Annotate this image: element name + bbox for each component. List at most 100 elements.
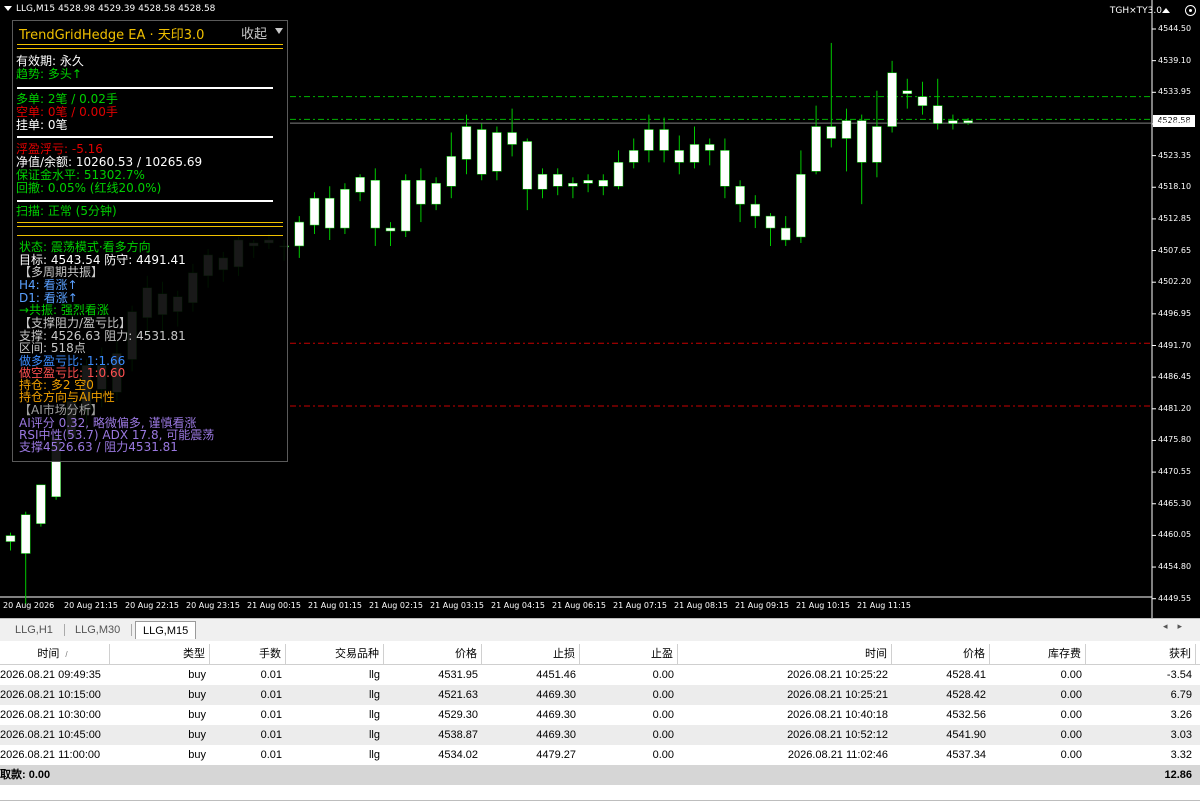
candle-body [644,129,654,151]
bottom-border [0,800,1200,806]
ea-name-label: TGH×TY3.0 [1109,6,1162,16]
table-header-row[interactable]: 时间 / 类型 手数 交易品种 价格 止损 止盈 时间 价格 库存费 获利 [0,644,1200,665]
divider [17,222,283,223]
table-cell: llg [368,709,380,721]
column-header[interactable]: 止损 [482,644,580,664]
column-header[interactable]: 类型 [110,644,210,664]
table-cell: 4531.95 [438,669,478,681]
column-header[interactable]: 价格 [892,644,990,664]
table-cell: llg [368,749,380,761]
table-cell: -3.54 [1166,669,1192,681]
table-cell: 3.32 [1170,749,1192,761]
price-tick-label: 4491.70 [1158,340,1192,350]
table-cell: 2026.08.21 11:02:46 [787,749,888,761]
column-header[interactable]: 库存费 [990,644,1086,664]
candle-body [476,129,487,175]
time-tick-label: 21 Aug 06:15 [552,601,606,610]
tab-separator [131,624,132,636]
candle-body [5,535,16,542]
time-tick-label: 21 Aug 09:15 [735,601,789,610]
table-cell: 4469.30 [536,709,576,721]
column-header[interactable]: 获利 [1086,644,1196,664]
candle-body [431,183,441,205]
candle-body [841,120,852,139]
price-tick-label: 4486.45 [1158,372,1192,382]
time-tick-label: 21 Aug 11:15 [857,601,911,610]
price-tick-label: 4454.80 [1158,562,1192,572]
candle-body [568,183,578,187]
candle-body [902,90,913,94]
scan-status-text: 扫描: 正常 (5分钟) [16,204,117,218]
table-cell: 6.79 [1170,689,1192,701]
ea-smiley-icon[interactable] [1185,5,1196,16]
candle-body [720,150,730,187]
chart-area[interactable]: LLG,M15 4528.98 4529.39 4528.58 4528.58 … [0,0,1200,618]
time-tick-label: 21 Aug 08:15 [674,601,728,610]
candle-body [674,150,685,163]
table-row[interactable]: 2026.08.21 10:15:00 buy 0.01 llg 4521.63 4469… [0,685,1200,705]
table-cell: 0.00 [1060,749,1082,761]
candle-body [36,484,46,524]
table-cell: llg [368,689,380,701]
candle-body [340,188,350,229]
candle-body [872,126,882,163]
collapse-triangle-icon[interactable] [275,28,283,34]
table-cell: 4479.27 [536,749,576,761]
price-tick-label: 4496.95 [1158,308,1192,318]
table-row[interactable]: 2026.08.21 10:30:00 buy 0.01 llg 4529.30 4469… [0,705,1200,725]
table-cell: 0.01 [260,729,282,741]
column-header[interactable]: 止盈 [580,644,678,664]
divider [17,226,283,227]
divider [17,136,273,138]
tab-llg-m30[interactable]: LLG,M30 [68,621,127,639]
candle-body [552,174,563,187]
table-cell: 0.00 [652,749,674,761]
tab-llg-m15[interactable]: LLG,M15 [135,621,197,639]
table-cell: llg [368,729,380,741]
column-header[interactable]: 时间 / [0,644,110,664]
candle-body [583,180,593,184]
table-cell: 0.00 [1060,729,1082,741]
candle-body [613,162,624,187]
column-header[interactable]: 交易品种 [286,644,384,664]
candle-body [309,197,320,226]
candle-body [446,156,457,187]
table-cell: llg [368,669,380,681]
table-cell: 2026.08.21 11:00:00 [0,749,101,761]
time-tick-label: 21 Aug 01:15 [308,601,362,610]
table-row[interactable]: 2026.08.21 11:00:00 buy 0.01 llg 4534.02 4479… [0,745,1200,765]
candle-body [811,126,821,172]
table-row[interactable]: 2026.08.21 09:49:35 buy 0.01 llg 4531.95 4451… [0,665,1200,685]
table-cell: 4534.02 [438,749,478,761]
candle-body [917,96,928,106]
column-header[interactable]: 时间 [678,644,892,664]
table-cell: 2026.08.21 09:49:35 [0,669,101,681]
candle-body [704,144,715,151]
table-cell: 0.00 [1060,709,1082,721]
table-cell: 2026.08.21 10:30:00 [0,709,101,721]
scroll-left-icon[interactable]: ◂ [1163,622,1178,632]
table-cell: 4541.90 [946,729,986,741]
ea-info-panel: TrendGridHedge EA · 天印3.0 收起 有效期: 永久 趋势:… [12,20,288,462]
price-tick-label: 4470.55 [1158,467,1192,477]
table-cell: 3.03 [1170,729,1192,741]
table-cell: 4532.56 [946,709,986,721]
tab-scroll-arrows[interactable]: ◂▸ [1163,622,1192,632]
sort-indicator-icon: / [65,650,68,659]
pending-orders-text: 挂单: 0笔 [16,118,68,132]
candle-body [385,227,396,232]
column-header[interactable]: 手数 [210,644,286,664]
table-row[interactable]: 2026.08.21 10:45:00 buy 0.01 llg 4538.87 4469… [0,725,1200,745]
price-tick-label: 4507.65 [1158,245,1192,255]
tab-separator [64,624,65,636]
collapse-button[interactable]: 收起 [241,23,267,42]
scroll-right-icon[interactable]: ▸ [1177,622,1192,632]
price-tick-label: 4449.55 [1158,593,1192,603]
table-cell: 4528.42 [946,689,986,701]
table-cell: 0.01 [260,709,282,721]
divider [17,48,283,49]
candle-body [750,203,761,217]
tab-llg-h1[interactable]: LLG,H1 [8,621,60,639]
column-header[interactable]: 价格 [384,644,482,664]
dropdown-triangle-icon[interactable] [4,6,12,11]
